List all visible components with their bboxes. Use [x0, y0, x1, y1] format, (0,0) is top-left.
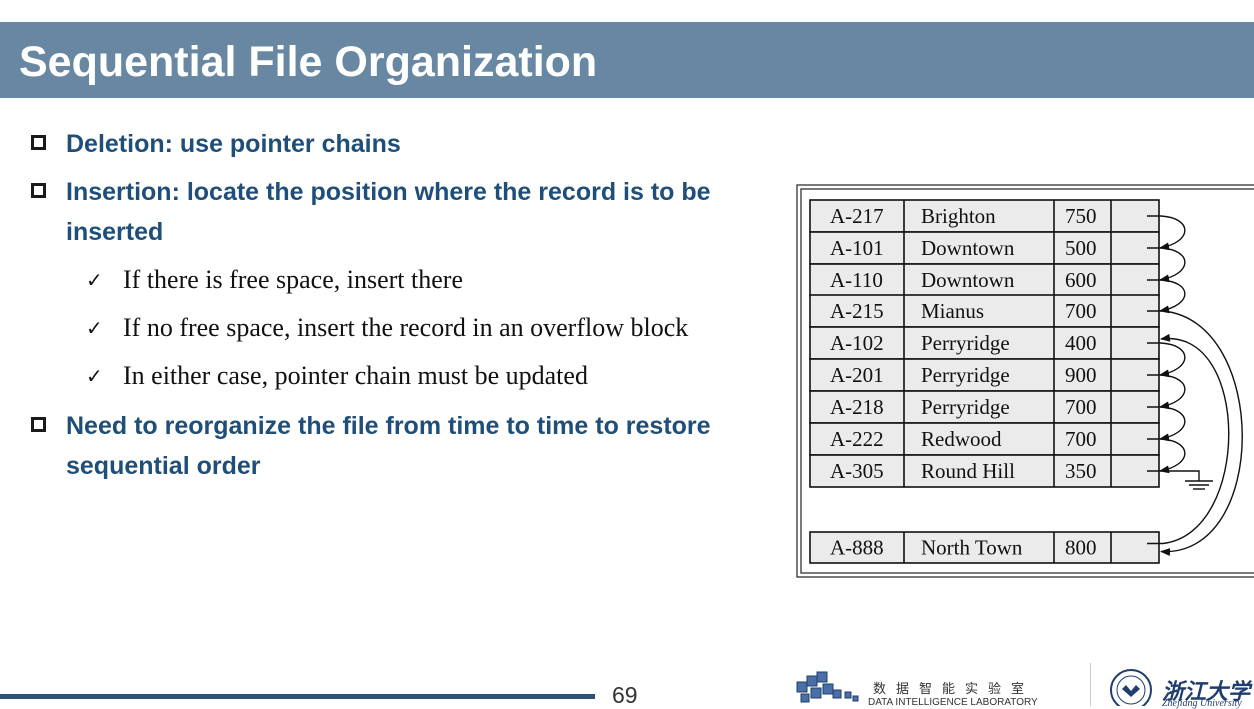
record-row: A-217 Brighton 750 [809, 199, 1160, 233]
footer-line [0, 694, 595, 699]
bullet-deletion: Deletion: use pointer chains [66, 130, 401, 158]
account-number-cell: A-305 [830, 459, 884, 483]
balance-cell: 900 [1065, 363, 1097, 387]
slide-title: Sequential File Organization [19, 38, 598, 86]
balance-cell: 800 [1065, 536, 1097, 560]
balance-cell: 700 [1065, 395, 1097, 419]
record-row: A-215 Mianus 700 [809, 294, 1160, 328]
checkmark-icon: ✓ [86, 364, 103, 388]
branch-name-cell: North Town [921, 536, 1023, 560]
branch-name-cell: Round Hill [921, 459, 1015, 483]
balance-cell: 350 [1065, 459, 1097, 483]
bullet-insertion: Insertion: locate the position where the… [66, 178, 711, 246]
pointer-arrows [1147, 215, 1243, 556]
record-row: A-102 Perryridge 400 [809, 326, 1160, 360]
overflow-block: A-888 North Town 800 [809, 531, 1160, 564]
branch-name-cell: Brighton [921, 204, 996, 228]
record-row: A-218 Perryridge 700 [809, 390, 1160, 424]
square-bullet-icon [31, 135, 46, 150]
balance-cell: 500 [1065, 236, 1097, 260]
checkmark-icon: ✓ [86, 268, 103, 292]
page-number: 69 [612, 682, 638, 708]
sub-bullet-free-space: If there is free space, insert there [123, 265, 463, 294]
account-number-cell: A-218 [830, 395, 884, 419]
account-number-cell: A-110 [830, 268, 883, 292]
branch-name-cell: Perryridge [921, 395, 1010, 419]
sub-bullet-pointer-chain: In either case, pointer chain must be up… [123, 361, 588, 390]
balance-cell: 600 [1065, 268, 1097, 292]
account-number-cell: A-201 [830, 363, 884, 387]
sub-bullet-overflow: If no free space, insert the record in a… [123, 313, 689, 342]
record-row: A-222 Redwood 700 [809, 422, 1160, 456]
branch-name-cell: Perryridge [921, 363, 1010, 387]
record-row: A-201 Perryridge 900 [809, 358, 1160, 392]
overflow-record-row: A-888 North Town 800 [809, 531, 1160, 564]
balance-cell: 400 [1065, 331, 1097, 355]
account-number-cell: A-101 [830, 236, 884, 260]
record-row: A-305 Round Hill 350 [809, 454, 1160, 488]
square-bullet-icon [31, 417, 46, 432]
account-number-cell: A-888 [830, 536, 884, 560]
branch-name-cell: Downtown [921, 268, 1015, 292]
balance-cell: 700 [1065, 427, 1097, 451]
sequential-file-diagram: A-217 Brighton 750 A-101 Downtown 500 A-110 Dow… [796, 184, 1254, 578]
checkmark-icon: ✓ [86, 316, 103, 340]
balance-cell: 700 [1065, 299, 1097, 323]
main-block: A-217 Brighton 750 A-101 Downtown 500 A-110 Dow… [809, 199, 1160, 488]
record-row: A-101 Downtown 500 [809, 231, 1160, 265]
overflow-pointer-arrow [1147, 310, 1243, 556]
account-number-cell: A-222 [830, 427, 884, 451]
branch-name-cell: Downtown [921, 236, 1015, 260]
record-row: A-110 Downtown 600 [809, 263, 1160, 297]
account-number-cell: A-217 [830, 204, 884, 228]
balance-cell: 750 [1065, 204, 1097, 228]
branch-name-cell: Redwood [921, 427, 1002, 451]
account-number-cell: A-102 [830, 331, 884, 355]
lab-name-en: DATA INTELLIGENCE LABORATORY [868, 697, 1038, 708]
lab-name-cn: 数据智能实验室 [873, 682, 1035, 697]
branch-name-cell: Perryridge [921, 331, 1010, 355]
square-bullet-icon [31, 183, 46, 198]
bullet-reorganize: Need to reorganize the file from time to… [66, 412, 711, 480]
university-name-en: Zhejiang University [1162, 698, 1242, 709]
account-number-cell: A-215 [830, 299, 884, 323]
branch-name-cell: Mianus [921, 299, 984, 323]
